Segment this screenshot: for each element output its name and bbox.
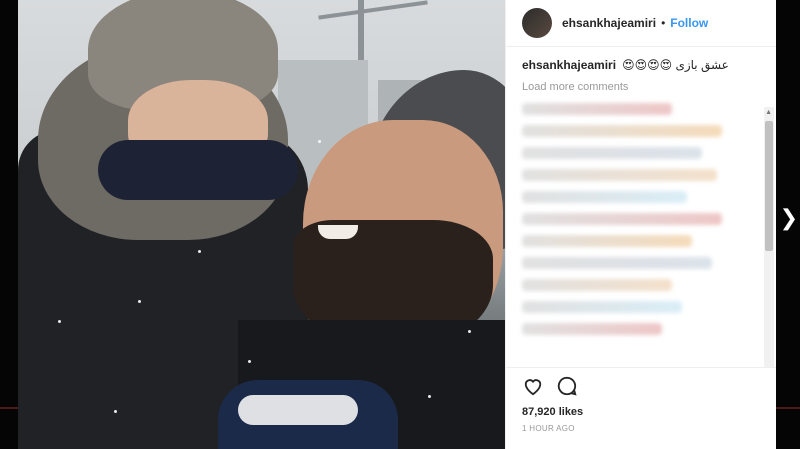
chevron-right-icon[interactable]: ❯	[780, 205, 798, 231]
blurred-comment	[522, 169, 717, 181]
post-side-panel: ehsankhajeamiri • Follow ehsankhajeamiri…	[505, 0, 776, 449]
blurred-comment	[522, 213, 722, 225]
blurred-comment	[522, 103, 672, 115]
follow-button[interactable]: Follow	[670, 16, 708, 30]
likes-count[interactable]: 87,920 likes	[522, 406, 760, 418]
snow-on-glove	[238, 395, 358, 425]
man-smile	[318, 225, 358, 239]
blurred-comment	[522, 147, 702, 159]
blurred-comment	[522, 191, 687, 203]
post-photo[interactable]	[18, 0, 505, 449]
blurred-comment	[522, 323, 662, 335]
post-timestamp: 1 HOUR AGO	[522, 424, 575, 433]
scrollbar-thumb[interactable]	[765, 121, 773, 251]
comment-icon[interactable]	[556, 375, 578, 402]
comments-section: ehsankhajeamiri 😍😍😍😍 عشق بازی Load more c…	[506, 47, 776, 367]
username-link[interactable]: ehsankhajeamiri	[562, 16, 656, 30]
blurred-comment	[522, 235, 692, 247]
caption: ehsankhajeamiri 😍😍😍😍 عشق بازی	[522, 57, 760, 73]
child-scarf	[98, 140, 298, 200]
separator-dot: •	[661, 16, 666, 30]
blurred-comment	[522, 301, 682, 313]
blurred-comment	[522, 257, 712, 269]
post-header: ehsankhajeamiri • Follow	[506, 0, 776, 47]
post-modal: ehsankhajeamiri • Follow ehsankhajeamiri…	[18, 0, 776, 449]
caption-username[interactable]: ehsankhajeamiri	[522, 58, 616, 72]
comments-list	[522, 103, 760, 335]
caption-text: 😍😍😍😍 عشق بازی	[622, 58, 729, 72]
blurred-comment	[522, 125, 722, 137]
post-actions: 87,920 likes 1 HOUR AGO	[506, 367, 776, 449]
blurred-comment	[522, 279, 672, 291]
heart-icon[interactable]	[522, 376, 544, 401]
scroll-up-icon[interactable]: ▲	[765, 109, 772, 116]
load-more-comments-button[interactable]: Load more comments	[522, 81, 760, 93]
avatar[interactable]	[522, 8, 552, 38]
